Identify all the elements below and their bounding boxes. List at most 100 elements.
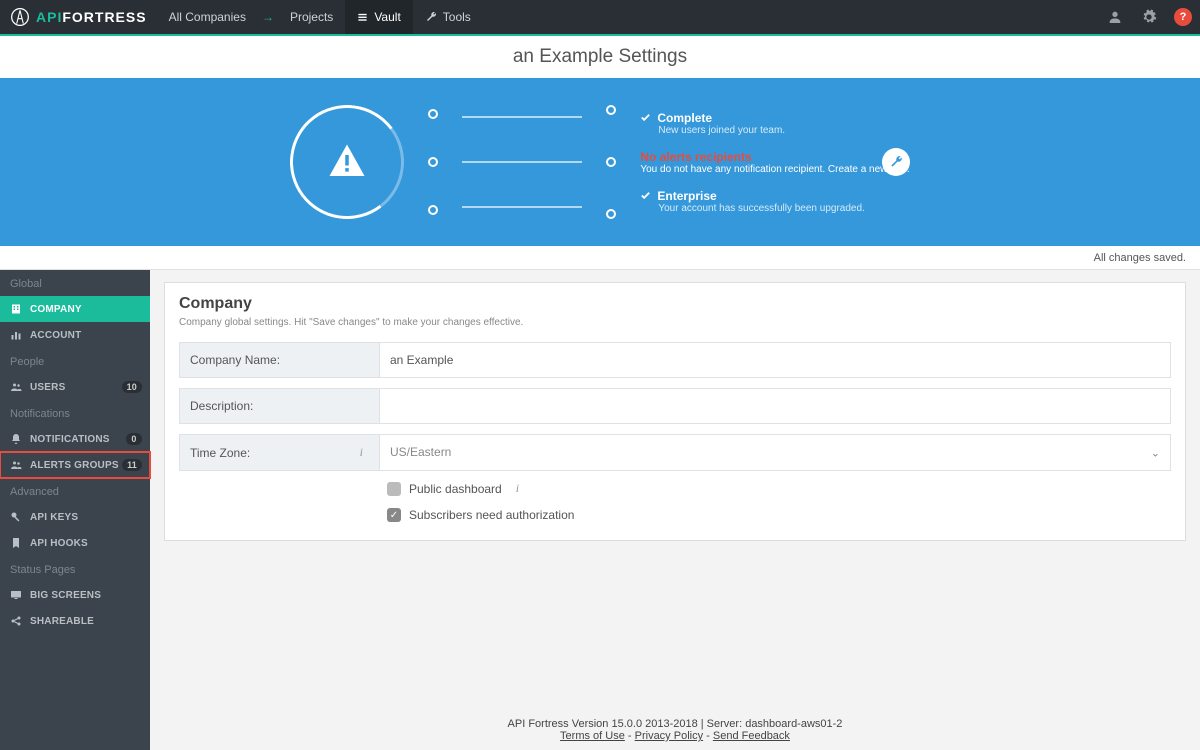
sidebar-item-alerts-groups[interactable]: ALERTS GROUPS 11 <box>0 452 150 478</box>
nav-projects[interactable]: Projects <box>278 0 345 34</box>
input-company-name[interactable] <box>380 343 1170 377</box>
sidebar-item-company-label: COMPANY <box>30 304 82 315</box>
nav-all-companies[interactable]: All Companies <box>157 0 258 34</box>
source-nodes <box>428 105 438 219</box>
help-badge: ? <box>1174 8 1192 26</box>
logo-icon <box>10 7 30 27</box>
sidebar-item-company[interactable]: COMPANY <box>0 296 150 322</box>
nav-all-companies-label: All Companies <box>169 10 246 24</box>
sidebar-item-account[interactable]: ACCOUNT <box>0 322 150 348</box>
vault-icon <box>357 12 368 23</box>
status-complete-sub: New users joined your team. <box>658 125 909 136</box>
sidebar-item-alerts-groups-label: ALERTS GROUPS <box>30 460 119 471</box>
check-subscribers-auth[interactable]: ✓ Subscribers need authorization <box>387 508 1171 522</box>
logo[interactable]: APIFORTRESS <box>0 7 157 27</box>
sidebar-item-api-keys[interactable]: API KEYS <box>0 504 150 530</box>
status-complete: Complete New users joined your team. <box>640 111 909 136</box>
sidebar-item-big-screens-label: BIG SCREENS <box>30 590 101 601</box>
users-badge: 10 <box>122 381 142 393</box>
select-timezone[interactable]: US/Eastern <box>380 435 1170 469</box>
chart-icon <box>10 329 22 341</box>
content: Company Company global settings. Hit "Sa… <box>150 270 1200 750</box>
sidebar-item-users[interactable]: USERS 10 <box>0 374 150 400</box>
bookmark-icon <box>10 537 22 549</box>
page-title-strip: an Example Settings <box>0 36 1200 78</box>
status-complete-title: Complete <box>657 111 712 125</box>
help-icon[interactable]: ? <box>1166 0 1200 34</box>
key-icon <box>10 511 22 523</box>
label-description: Description: <box>179 388 379 424</box>
wrench-icon <box>889 155 903 169</box>
footer-version: API Fortress Version 15.0.0 2013-2018 | … <box>164 718 1186 730</box>
connector-lines <box>462 105 582 219</box>
sidebar-item-big-screens[interactable]: BIG SCREENS <box>0 582 150 608</box>
monitor-icon <box>10 589 22 601</box>
card-subtitle: Company global settings. Hit "Save chang… <box>179 317 1171 328</box>
nav-vault-label: Vault <box>374 10 400 24</box>
user-icon[interactable] <box>1098 0 1132 34</box>
sidebar-item-notifications-label: NOTIFICATIONS <box>30 434 110 445</box>
footer: API Fortress Version 15.0.0 2013-2018 | … <box>164 708 1186 750</box>
status-list: Complete New users joined your team. No … <box>640 111 909 214</box>
topbar: APIFORTRESS All Companies → Projects Vau… <box>0 0 1200 36</box>
row-description: Description: <box>179 388 1171 424</box>
status-banner: Complete New users joined your team. No … <box>0 78 1200 246</box>
info-icon[interactable]: i <box>510 481 525 496</box>
page-title: an Example Settings <box>513 46 687 68</box>
check-subscribers-label: Subscribers need authorization <box>409 508 574 522</box>
check-public-dashboard[interactable]: Public dashboard i <box>387 481 1171 496</box>
status-enterprise-title: Enterprise <box>657 189 716 203</box>
share-icon <box>10 615 22 627</box>
status-no-alerts-title: No alerts recipients <box>640 150 751 164</box>
row-timezone: Time Zone:i US/Eastern ⌄ <box>179 434 1171 471</box>
progress-ring <box>283 98 412 227</box>
card-title: Company <box>179 295 1171 313</box>
sidebar-head-advanced: Advanced <box>0 478 150 504</box>
notifications-badge: 0 <box>126 433 142 445</box>
wrench-icon <box>425 11 437 23</box>
sidebar-item-shareable-label: SHAREABLE <box>30 616 94 627</box>
sidebar-item-api-keys-label: API KEYS <box>30 512 78 523</box>
bell-icon <box>10 433 22 445</box>
link-privacy[interactable]: Privacy Policy <box>635 730 703 742</box>
sidebar-item-notifications[interactable]: NOTIFICATIONS 0 <box>0 426 150 452</box>
link-terms[interactable]: Terms of Use <box>560 730 625 742</box>
sidebar-head-people: People <box>0 348 150 374</box>
nav-projects-label: Projects <box>290 10 333 24</box>
building-icon <box>10 303 22 315</box>
sidebar-head-status: Status Pages <box>0 556 150 582</box>
sidebar-head-global: Global <box>0 270 150 296</box>
link-feedback[interactable]: Send Feedback <box>713 730 790 742</box>
checkbox-icon <box>387 482 401 496</box>
checkbox-checked-icon: ✓ <box>387 508 401 522</box>
users-icon <box>10 381 22 393</box>
brand-fortress: FORTRESS <box>62 9 146 25</box>
check-public-label: Public dashboard <box>409 482 502 496</box>
nav-tools[interactable]: Tools <box>413 0 483 34</box>
company-card: Company Company global settings. Hit "Sa… <box>164 282 1186 541</box>
brand-api: API <box>36 9 62 25</box>
status-no-alerts: No alerts recipients You do not have any… <box>640 150 909 175</box>
nav-vault[interactable]: Vault <box>345 0 412 34</box>
wrench-fab[interactable] <box>882 148 910 176</box>
sidebar-head-notifications: Notifications <box>0 400 150 426</box>
check-icon <box>640 190 651 201</box>
sidebar-item-users-label: USERS <box>30 382 65 393</box>
input-description[interactable] <box>380 389 1170 423</box>
sidebar-item-shareable[interactable]: SHAREABLE <box>0 608 150 634</box>
saved-notice: All changes saved. <box>1094 252 1186 264</box>
nav-tools-label: Tools <box>443 10 471 24</box>
sidebar-item-api-hooks[interactable]: API HOOKS <box>0 530 150 556</box>
arrow-icon: → <box>258 0 278 34</box>
gear-icon[interactable] <box>1132 0 1166 34</box>
status-no-alerts-sub: You do not have any notification recipie… <box>640 164 909 175</box>
label-timezone-text: Time Zone: <box>190 446 250 460</box>
target-nodes <box>606 105 616 219</box>
info-icon[interactable]: i <box>354 445 369 460</box>
label-company-name: Company Name: <box>179 342 379 378</box>
warning-icon <box>326 141 368 183</box>
status-enterprise-sub: Your account has successfully been upgra… <box>658 203 909 214</box>
alerts-badge: 11 <box>122 459 142 471</box>
label-timezone: Time Zone: i <box>179 434 379 471</box>
users-icon <box>10 459 22 471</box>
